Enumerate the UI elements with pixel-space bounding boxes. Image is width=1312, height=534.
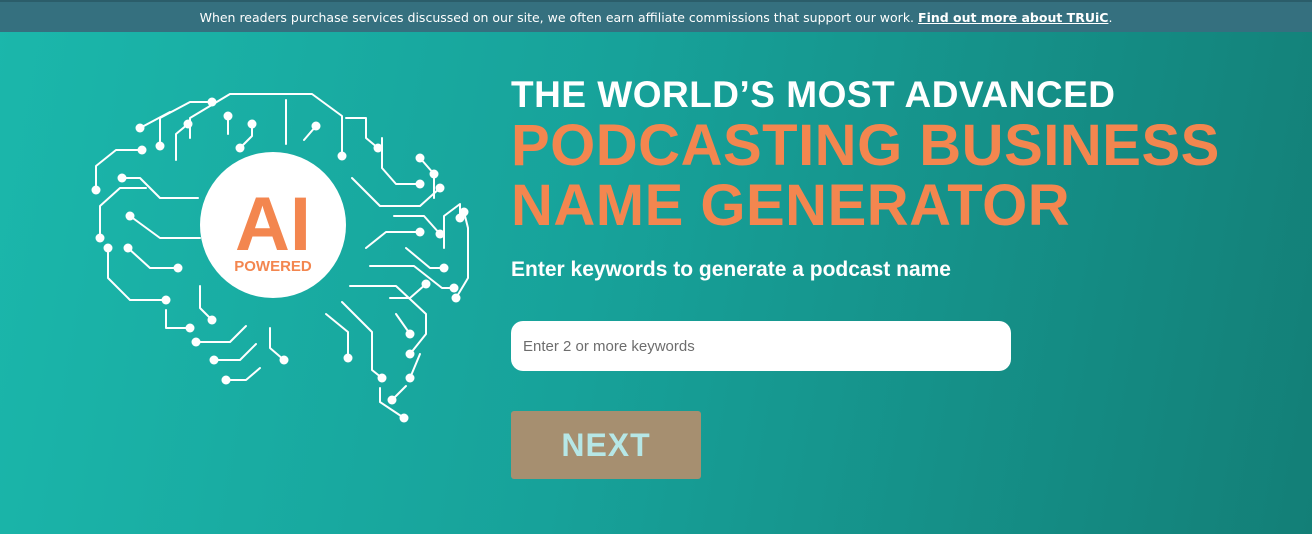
headline-line2: PODCASTING BUSINESS [511, 113, 1220, 178]
powered-badge-text: POWERED [234, 258, 312, 275]
page-title: THE WORLD’S MOST ADVANCED PODCASTING BUS… [511, 74, 1291, 236]
affiliate-disclosure-banner: When readers purchase services discussed… [0, 0, 1312, 32]
headline-line1: THE WORLD’S MOST ADVANCED [511, 74, 1116, 115]
disclosure-period: . [1108, 9, 1113, 25]
ai-brain-circuit-icon: AI POWERED [91, 93, 469, 423]
instruction-text: Enter keywords to generate a podcast nam… [511, 258, 951, 281]
disclosure-text: When readers purchase services discussed… [199, 9, 915, 25]
find-out-more-link[interactable]: Find out more about TRUiC [918, 10, 1108, 25]
headline-line3: NAME GENERATOR [511, 173, 1071, 238]
ai-badge-text: AI [235, 182, 311, 267]
next-button[interactable]: NEXT [511, 411, 701, 479]
keywords-input[interactable] [511, 321, 1011, 371]
